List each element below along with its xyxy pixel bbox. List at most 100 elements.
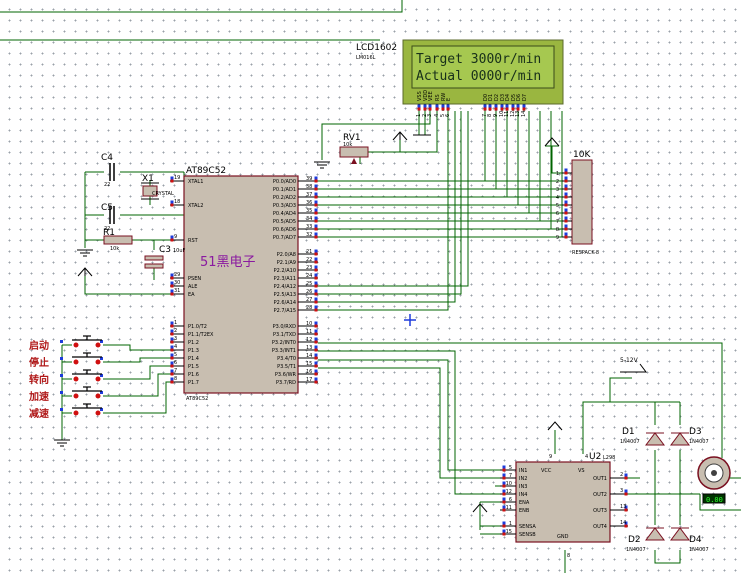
lcd-model: LM016L: [356, 55, 376, 61]
driver-pin-7-end: [502, 476, 506, 480]
c4-ref: C4: [101, 153, 113, 163]
mcu-pin-name: P3.1/TXD: [273, 332, 296, 338]
driver-pin-3-end: [624, 492, 628, 496]
respack-pin-8-state: [564, 224, 568, 228]
lcd-pin-d7-state: [522, 104, 526, 108]
button-contact: [95, 376, 101, 382]
mcu-pin-35-end: [314, 211, 318, 215]
mcu-pin-name: P2.7/A15: [274, 308, 296, 314]
driver-pin-name: OUT1: [593, 476, 607, 482]
mcu-pin-num: 26: [306, 289, 312, 295]
lcd-pin-num: 6: [445, 114, 451, 117]
driver-pin-1-state: [502, 521, 506, 525]
button-group: 启动停止转向加速减速: [28, 335, 103, 420]
driver-pin-name: IN2: [519, 476, 527, 482]
lcd-ref: LCD1602: [356, 43, 397, 53]
mcu-pin-name: P2.3/A11: [274, 276, 296, 282]
push-button[interactable]: 停止: [29, 352, 103, 369]
lcd-pin-vss-state: [417, 104, 421, 108]
diode-d3: [670, 432, 690, 446]
mcu-pin-11-state: [314, 329, 318, 333]
mcu-pin-22-state: [314, 257, 318, 261]
x1-type: CRYSTAL: [152, 191, 174, 197]
d1-type: 1N4007: [620, 439, 640, 445]
mcu-pin-26-state: [314, 289, 318, 293]
respack-pins: 1 2 3 4 5 6 7 8 9: [556, 168, 572, 241]
respack-pin-num: 4: [556, 195, 559, 201]
r1-ref: R1: [103, 228, 115, 238]
mcu-pin-num: 18: [174, 199, 180, 205]
mcu-pin-name: P1.5: [188, 364, 199, 370]
dc-motor: 0.00: [697, 456, 731, 504]
mcu-pin-num: 11: [306, 329, 312, 335]
c5-ref: C5: [101, 203, 113, 213]
mcu-pin-name: XTAL2: [188, 203, 203, 209]
driver-pin-7-state: [502, 473, 506, 477]
mcu-pin-name: P0.5/AD5: [273, 219, 296, 225]
mcu-pin-num: 7: [174, 368, 177, 374]
push-button[interactable]: 减速: [29, 403, 103, 420]
mcu-pin-name: P3.7/RD: [276, 380, 296, 386]
lcd-pin-d3-end: [500, 107, 504, 111]
respack-type: RESPACK-8: [572, 250, 599, 256]
mcu-pin-name: P0.1/AD1: [273, 187, 296, 193]
vcc-arrow-icon: [544, 137, 560, 147]
respack-value: 10K: [573, 150, 591, 160]
watermark-text: 51黑电子: [200, 255, 256, 270]
gnd-pin-name: GND: [557, 534, 569, 540]
lcd-pin-d5-state: [511, 104, 515, 108]
mcu-pin-name: P2.6/A14: [274, 300, 296, 306]
button-state-dot: [60, 408, 63, 411]
mcu-pin-name: P2.2/A10: [274, 268, 296, 274]
button-state-dot: [60, 391, 63, 394]
lcd-pin-d5-end: [511, 107, 515, 111]
mcu-pin-num: 13: [306, 345, 312, 351]
respack-pin-num: 3: [556, 187, 559, 193]
mcu-pin-32-state: [314, 232, 318, 236]
lcd-pin-vdd-end: [423, 107, 427, 111]
push-button[interactable]: 转向: [29, 369, 103, 386]
mcu-pin-num: 24: [306, 273, 312, 279]
mcu-pin-num: 32: [306, 232, 312, 238]
respack-pin-num: 7: [556, 219, 559, 225]
push-button[interactable]: 加速: [28, 386, 103, 403]
d4-ref: D4: [689, 535, 702, 545]
lcd-line-1: Target 3000r/min: [416, 52, 541, 67]
lcd-pin-d1-end: [488, 107, 492, 111]
mcu-ref: AT89C52: [186, 166, 226, 176]
mcu-pin-10-end: [314, 324, 318, 328]
driver-pin-name: ENB: [519, 508, 530, 514]
respack-pin-5-end: [564, 203, 568, 207]
mcu-pin-num: 37: [306, 192, 312, 198]
mcu-pin-name: P1.0/T2: [188, 324, 207, 330]
driver-pin-num: 3: [620, 488, 623, 494]
lcd-pin-d6-end: [516, 107, 520, 111]
button-state-dot: [60, 357, 63, 360]
respack-pin-num: 2: [556, 179, 559, 185]
mcu-pin-num: 23: [306, 265, 312, 271]
mcu-pin-33-end: [314, 227, 318, 231]
diode-d1: [645, 432, 665, 446]
push-button[interactable]: 启动: [29, 335, 103, 352]
gnd-pin-num: 8: [567, 553, 570, 559]
schematic-drawing: Target 3000r/min Actual 0000r/min LCD160…: [0, 0, 741, 573]
rv1-wiper-icon: [351, 158, 357, 164]
ground-icon: [54, 439, 70, 447]
driver-pin-5-end: [502, 468, 506, 472]
r1-value: 10k: [110, 246, 119, 252]
crosshair-cursor-icon: [404, 314, 416, 326]
respack-pin-num: 8: [556, 227, 559, 233]
respack-body: [571, 159, 593, 245]
wires: [0, 0, 741, 573]
mcu-pin-13-state: [314, 345, 318, 349]
d4-type: 1N4007: [689, 547, 709, 553]
mcu-pin-28-state: [314, 305, 318, 309]
mcu-pin-num: 9: [174, 234, 177, 240]
mcu-pin-num: 38: [306, 184, 312, 190]
mcu-pin-name: P0.0/AD0: [273, 179, 296, 185]
mcu-pin-num: 4: [174, 344, 177, 350]
mcu-pin-num: 17: [306, 377, 312, 383]
respack-pin-num: 1: [556, 171, 559, 177]
mcu-pin-num: 31: [174, 288, 180, 294]
mcu-pin-name: P2.0/A8: [277, 252, 296, 258]
